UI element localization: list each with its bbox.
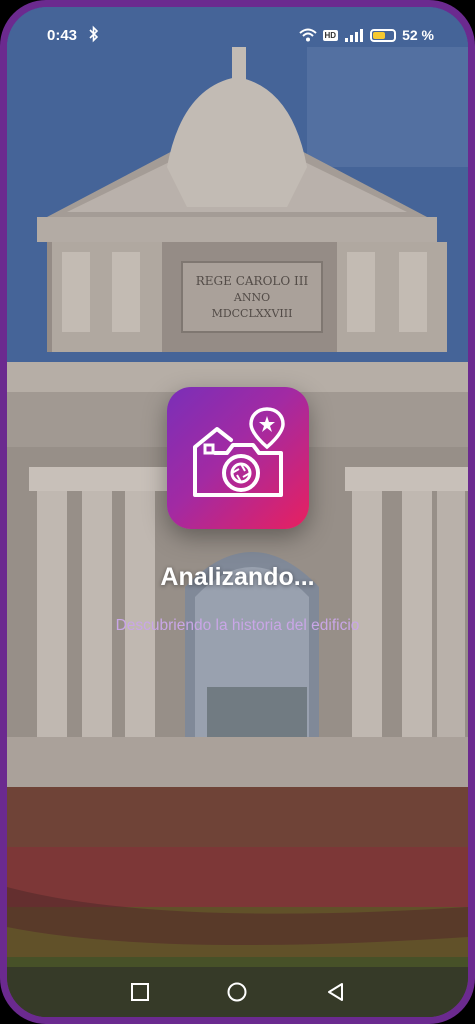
screen: REGE CAROLO III ANNO MDCCLXXVIII 0:43 HD… <box>7 7 468 1017</box>
navigation-bar <box>7 967 468 1017</box>
phone-frame: REGE CAROLO III ANNO MDCCLXXVIII 0:43 HD… <box>0 0 475 1024</box>
camera-location-icon <box>193 407 285 497</box>
wifi-icon <box>298 28 317 42</box>
status-bar: 0:43 HD 52 % <box>7 25 468 49</box>
back-icon[interactable] <box>325 981 347 1003</box>
loading-title: Analizando... <box>160 563 315 591</box>
home-icon[interactable] <box>226 981 248 1003</box>
hd-badge: HD <box>322 29 339 41</box>
recents-icon[interactable] <box>129 981 151 1003</box>
battery-icon <box>370 28 397 42</box>
signal-icon <box>345 29 364 42</box>
status-time: 0:43 <box>47 27 78 44</box>
battery-level <box>373 31 385 39</box>
battery-percent: 52 % <box>402 27 434 43</box>
status-right-group: HD 52 % <box>298 27 434 43</box>
app-logo <box>167 387 309 529</box>
loading-subtitle: Descubriendo la historia del edificio <box>115 617 360 634</box>
bluetooth-icon <box>89 25 99 43</box>
